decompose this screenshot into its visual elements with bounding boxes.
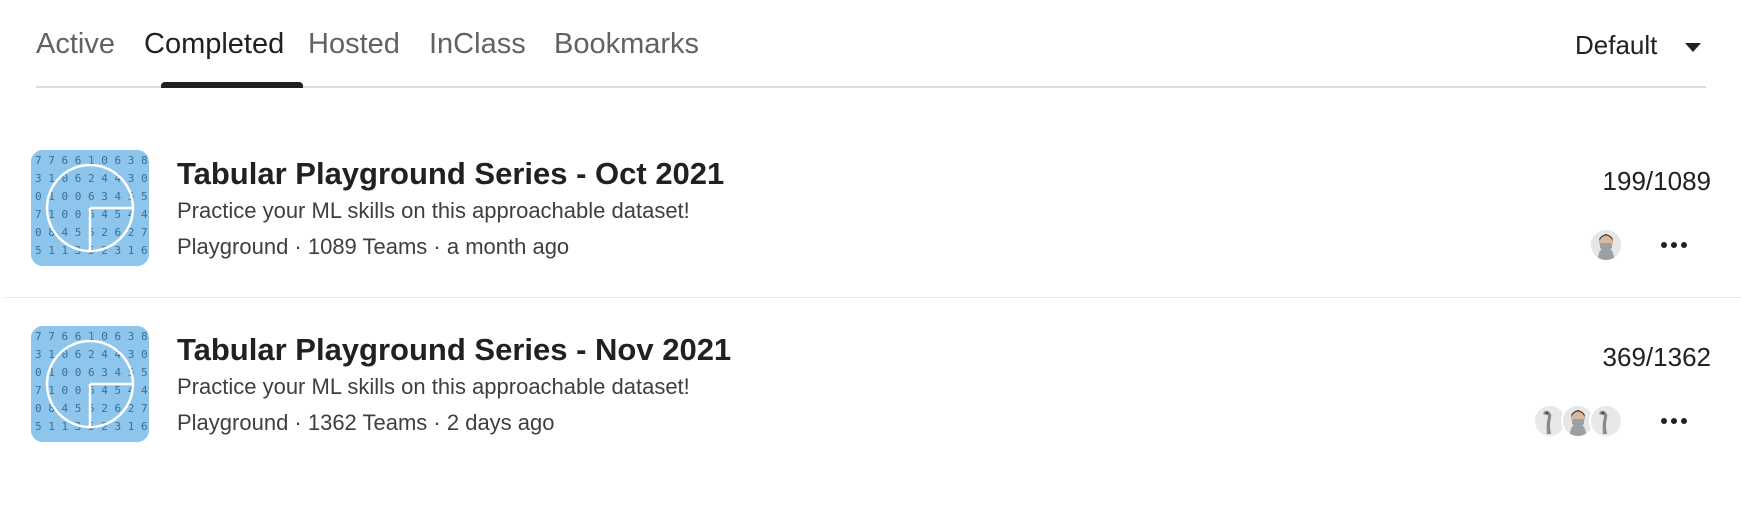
active-tab-indicator	[161, 82, 303, 88]
competition-row[interactable]: 7 7 6 6 1 0 6 3 8 3 1 0 6 2 4 4 3 0 0 1 …	[0, 130, 1741, 300]
sort-dropdown-label: Default	[1575, 30, 1658, 60]
leaderboard-rank: 199/1089	[1602, 166, 1711, 196]
tab-active[interactable]: Active	[36, 28, 115, 61]
tab-inclass[interactable]: InClass	[429, 28, 526, 61]
leaderboard-rank: 369/1362	[1602, 342, 1711, 372]
tab-completed[interactable]: Completed	[144, 28, 284, 61]
team-avatars	[1589, 228, 1623, 262]
competition-thumbnail[interactable]: 7 7 6 6 1 0 6 3 8 3 1 0 6 2 4 4 3 0 0 1 …	[31, 150, 149, 266]
svg-text:3 1 0 6 2 4 4 3 0: 3 1 0 6 2 4 4 3 0	[35, 348, 148, 361]
competition-title[interactable]: Tabular Playground Series - Oct 2021	[177, 156, 724, 192]
competition-thumbnail[interactable]: 7 7 6 6 1 0 6 3 8 3 1 0 6 2 4 4 3 0 0 1 …	[31, 326, 149, 442]
competition-description: Practice your ML skills on this approach…	[177, 198, 690, 223]
ostrich-avatar[interactable]	[1589, 404, 1623, 438]
team-avatars	[1533, 404, 1623, 438]
tab-bar: Active Completed Hosted InClass Bookmark…	[36, 0, 1706, 88]
competition-description: Practice your ML skills on this approach…	[177, 374, 690, 399]
competition-title[interactable]: Tabular Playground Series - Nov 2021	[177, 332, 731, 368]
row-divider	[4, 297, 1741, 298]
more-options-button[interactable]	[1659, 406, 1689, 436]
competition-row[interactable]: 7 7 6 6 1 0 6 3 8 3 1 0 6 2 4 4 3 0 0 1 …	[0, 306, 1741, 476]
competition-meta: Playground · 1089 Teams · a month ago	[177, 234, 570, 259]
tab-bookmarks[interactable]: Bookmarks	[554, 28, 699, 61]
tab-hosted[interactable]: Hosted	[308, 28, 400, 61]
sort-dropdown[interactable]: Default	[1575, 30, 1702, 61]
caret-down-icon	[1685, 42, 1702, 52]
svg-text:3 1 0 6 2 4 4 3 0: 3 1 0 6 2 4 4 3 0	[35, 172, 148, 185]
more-options-button[interactable]	[1659, 230, 1689, 260]
masked-person-avatar[interactable]	[1589, 228, 1623, 262]
competition-meta: Playground · 1362 Teams · 2 days ago	[177, 410, 555, 435]
